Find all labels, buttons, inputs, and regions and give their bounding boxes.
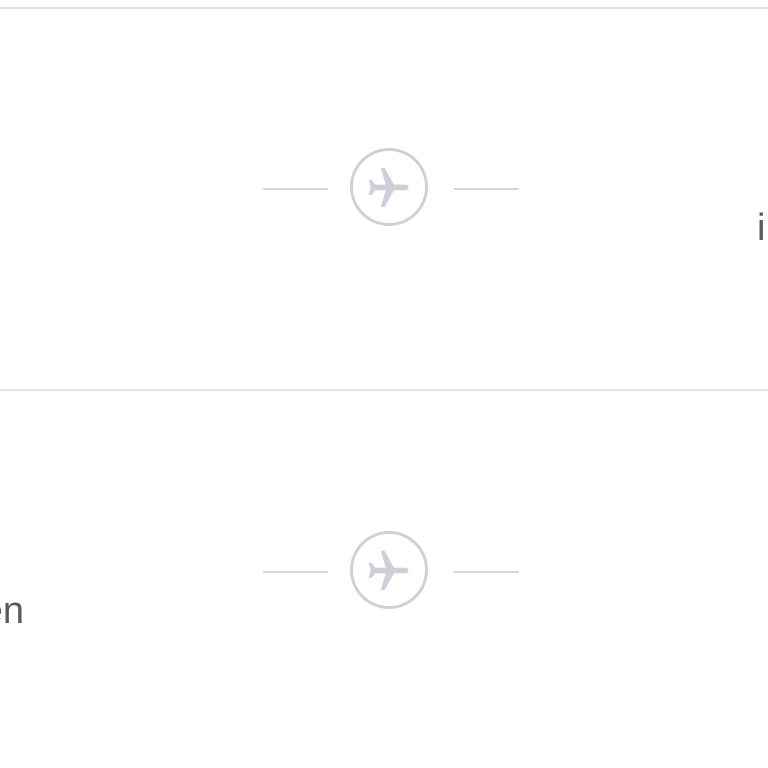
flight-route-row[interactable]: i [0,9,768,389]
airplane-icon [350,531,428,609]
route-connector [263,147,519,231]
destination-text: i [757,207,766,249]
connector-line-left [263,571,328,573]
connector-line-left [263,188,328,190]
origin-text: en [0,590,24,632]
connector-line-right [454,188,519,190]
route-connector [263,530,519,614]
connector-line-right [454,571,519,573]
airplane-icon [350,148,428,226]
flight-results-viewport: i en [0,0,768,768]
flight-route-row[interactable]: en [0,391,768,768]
